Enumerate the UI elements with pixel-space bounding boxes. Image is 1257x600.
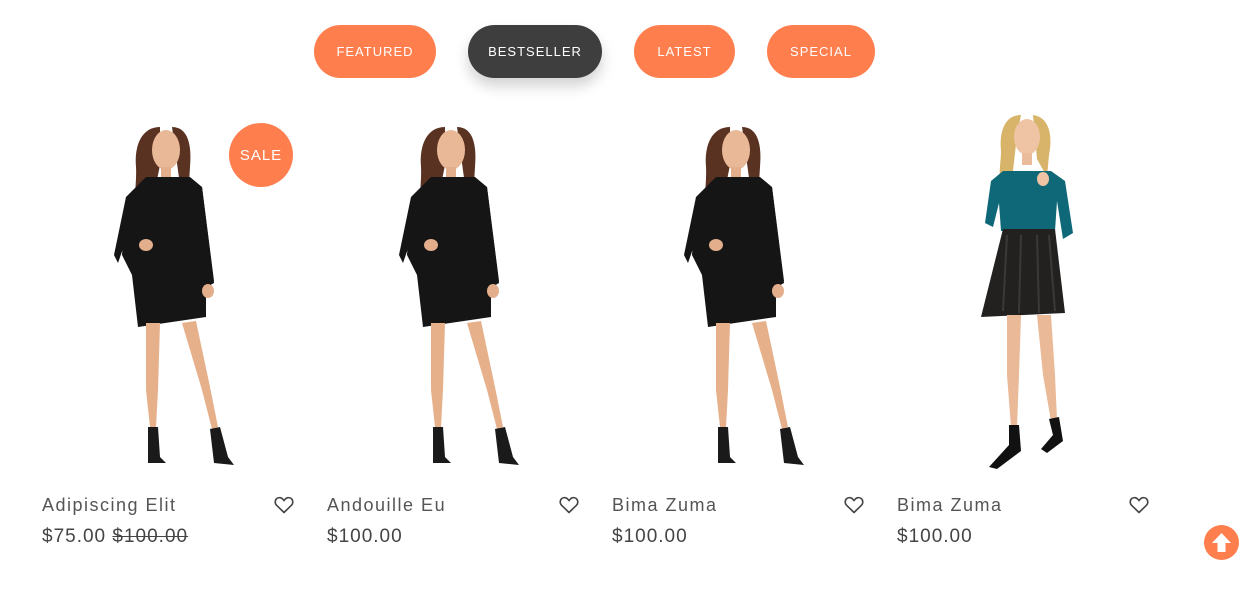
sale-badge: SALE (229, 123, 293, 187)
heart-icon[interactable] (559, 496, 579, 514)
product-card[interactable]: Bima Zuma $100.00 (897, 105, 1157, 575)
heart-icon[interactable] (1129, 496, 1149, 514)
product-image[interactable] (327, 105, 587, 475)
product-name[interactable]: Andouille Eu (327, 495, 446, 516)
arrow-up-circle-icon[interactable] (1204, 525, 1239, 560)
product-price: $100.00 (327, 526, 403, 547)
heart-icon[interactable] (844, 496, 864, 514)
product-price: $100.00 (897, 526, 973, 547)
product-price: $75.00 $100.00 (42, 526, 188, 548)
product-image[interactable] (612, 105, 872, 475)
sale-price: $75.00 (42, 526, 107, 547)
heart-icon[interactable] (274, 496, 294, 514)
tab-special[interactable]: SPECIAL (767, 25, 875, 78)
product-name[interactable]: Bima Zuma (612, 495, 718, 516)
product-card[interactable]: Andouille Eu $100.00 (327, 105, 587, 575)
product-name[interactable]: Adipiscing Elit (42, 495, 177, 516)
product-card[interactable]: SALE Adipiscing Elit $75.00 $100.00 (42, 105, 302, 575)
tab-featured[interactable]: FEATURED (314, 25, 436, 78)
tab-bestseller[interactable]: BESTSELLER (468, 25, 602, 78)
product-card[interactable]: Bima Zuma $100.00 (612, 105, 872, 575)
product-image[interactable] (897, 105, 1157, 475)
product-price: $100.00 (612, 526, 688, 547)
old-price: $100.00 (112, 526, 189, 547)
product-tabs: FEATURED BESTSELLER LATEST SPECIAL (0, 25, 1190, 78)
product-name[interactable]: Bima Zuma (897, 495, 1003, 516)
tab-latest[interactable]: LATEST (634, 25, 735, 78)
